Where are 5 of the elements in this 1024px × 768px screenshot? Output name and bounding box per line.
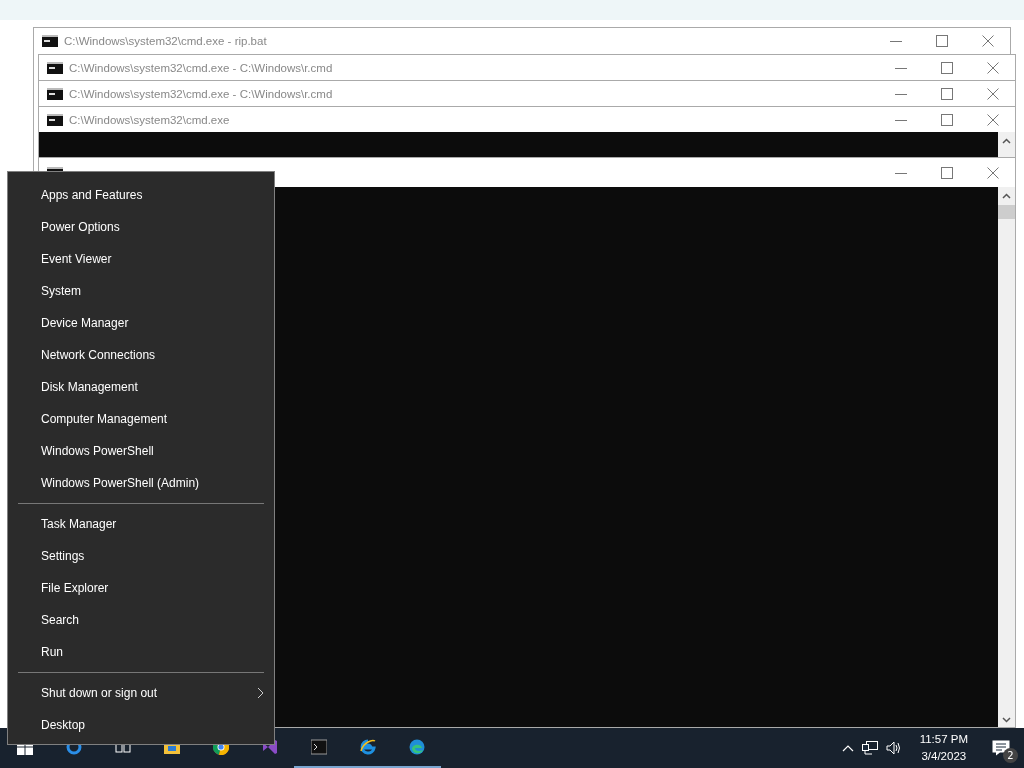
notification-count: 2: [1003, 748, 1018, 763]
window-title: C:\Windows\system32\cmd.exe - C:\Windows\r.cmd: [69, 61, 333, 74]
window-title: C:\Windows\system32\cmd.exe - rip.bat: [64, 34, 267, 47]
window-title: C:\Windows\system32\cmd.exe - C:\Windows\r.cmd: [69, 87, 333, 100]
window-title: C:\Windows\system32\cmd.exe: [69, 113, 230, 126]
